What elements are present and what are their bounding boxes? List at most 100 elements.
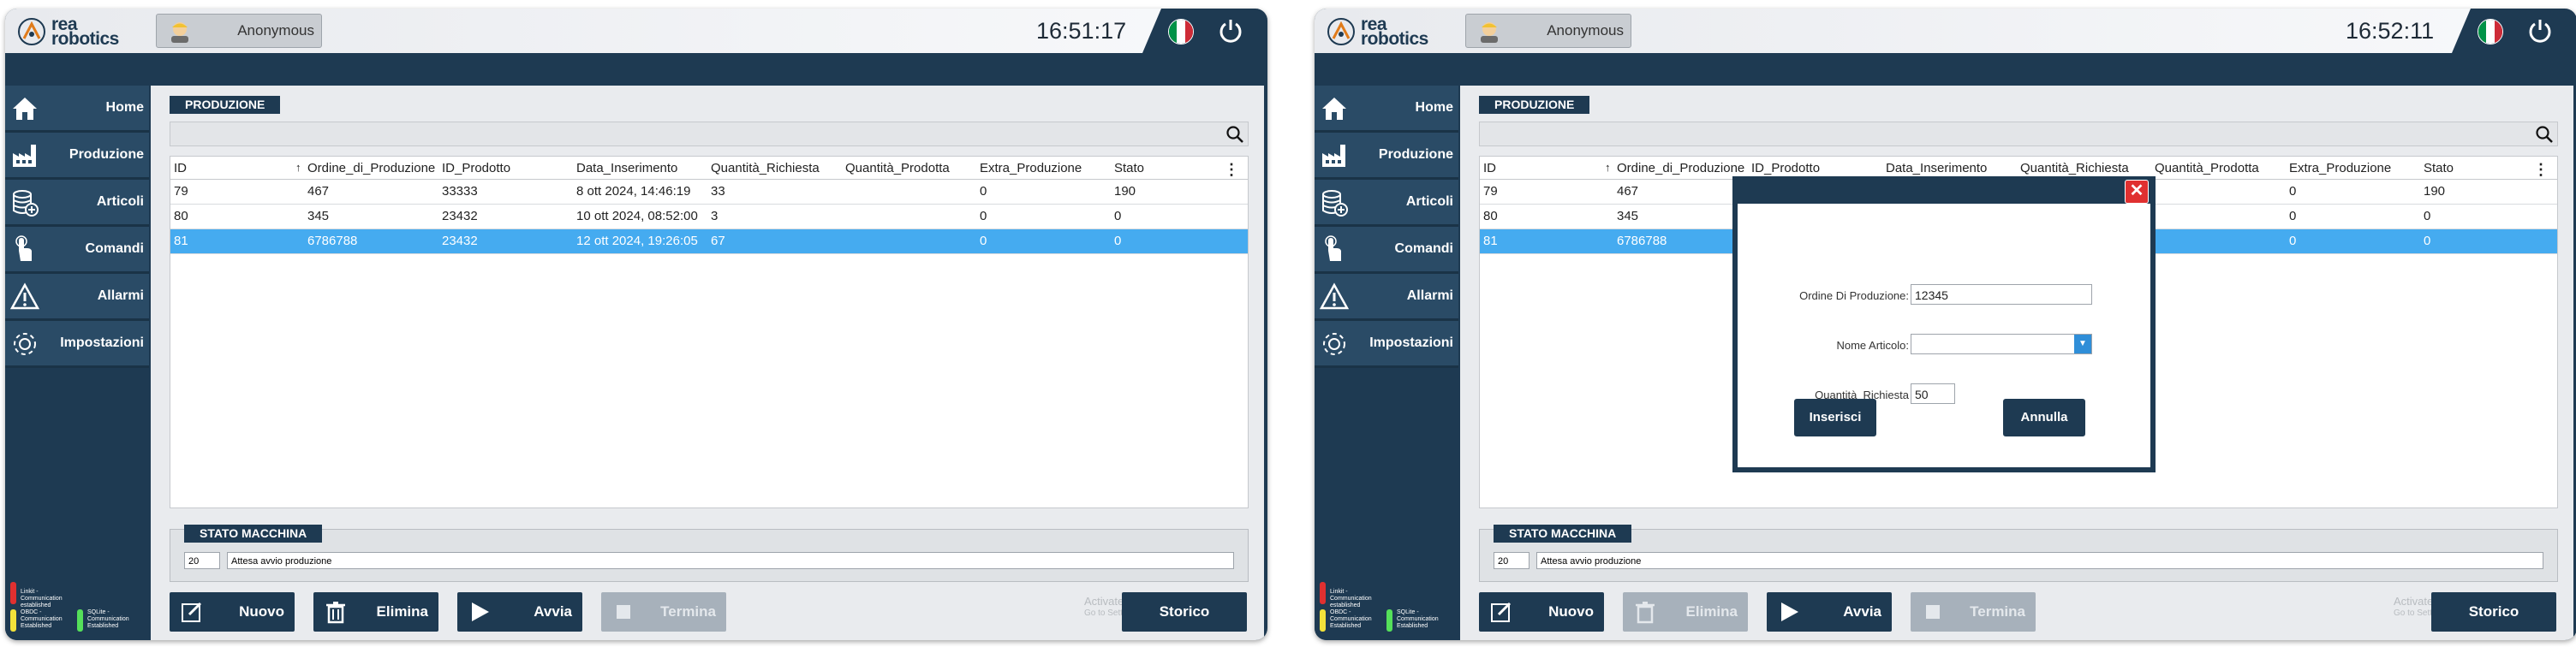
status-led-red xyxy=(1320,582,1326,604)
column-header-richiesta[interactable]: Quantità_Richiesta xyxy=(2020,161,2129,175)
search-input[interactable] xyxy=(1479,122,2558,146)
status-led-green xyxy=(77,609,83,632)
user-name: Anonymous xyxy=(1547,22,1624,39)
column-header-ordine[interactable]: Ordine_di_Produzione xyxy=(1617,161,1744,175)
home-icon xyxy=(13,98,37,120)
column-header-id[interactable]: ID xyxy=(1483,161,1496,175)
trash-icon xyxy=(326,602,345,624)
nav-impostazioni[interactable]: Impostazioni xyxy=(1315,321,1458,368)
pointer-hand-icon xyxy=(1325,235,1341,261)
column-header-extra[interactable]: Extra_Produzione xyxy=(980,161,1082,175)
stato-text-field: Attesa avvio produzione xyxy=(1536,552,2543,569)
factory-icon xyxy=(13,145,36,167)
column-header-prodotto[interactable]: ID_Prodotto xyxy=(1751,161,1820,175)
nav-allarmi[interactable]: Allarmi xyxy=(1315,274,1458,321)
column-menu-icon[interactable]: ⋮ xyxy=(2533,161,2549,179)
ordine-input[interactable]: 12345 xyxy=(1911,284,2092,305)
column-header-data[interactable]: Data_Inserimento xyxy=(576,161,677,175)
stato-code-field: 20 xyxy=(1494,552,1530,569)
column-menu-icon[interactable]: ⋮ xyxy=(1224,161,1239,179)
italian-flag-icon[interactable] xyxy=(1168,19,1194,45)
gear-icon xyxy=(1323,333,1345,355)
status-led-red xyxy=(10,582,16,604)
trash-icon xyxy=(1636,602,1655,624)
column-header-prodotta[interactable]: Quantità_Prodotta xyxy=(2155,161,2259,175)
new-order-dialog: ✕ Ordine Di Produzione: 12345 Nome Artic… xyxy=(1732,176,2156,472)
table-row[interactable]: 80 345 23432 10 ott 2024, 08:52:00 3 0 0 xyxy=(170,205,1248,229)
table-header: ID ↑ Ordine_di_Produzione ID_Prodotto Da… xyxy=(170,157,1248,180)
nav-articoli[interactable]: Articoli xyxy=(1315,180,1458,227)
avvia-button[interactable]: Avvia xyxy=(457,592,582,632)
nav-produzione[interactable]: Produzione xyxy=(1315,133,1458,180)
sidebar: Home Produzione Articoli Comandi Allarmi… xyxy=(5,86,149,640)
clock: 16:52:11 xyxy=(2346,18,2435,44)
search-icon[interactable] xyxy=(2535,125,2554,144)
column-header-data[interactable]: Data_Inserimento xyxy=(1886,161,1987,175)
table-row-selected[interactable]: 81 6786788 23432 12 ott 2024, 19:26:05 67 0 0 xyxy=(170,229,1248,254)
nav-produzione[interactable]: Produzione xyxy=(5,133,149,180)
nav-impostazioni[interactable]: Impostazioni xyxy=(5,321,149,368)
italian-flag-icon[interactable] xyxy=(2478,19,2503,45)
search-icon[interactable] xyxy=(1225,125,1244,144)
stop-icon xyxy=(1926,605,1940,619)
power-icon[interactable] xyxy=(1216,16,1245,45)
edit-icon xyxy=(1491,602,1512,622)
sort-arrow-icon[interactable]: ↑ xyxy=(295,161,301,174)
annulla-button[interactable]: Annulla xyxy=(2003,399,2085,436)
storico-produzione-button[interactable]: Storico Produzione xyxy=(2431,592,2556,632)
user-name: Anonymous xyxy=(237,22,314,39)
sort-arrow-icon[interactable]: ↑ xyxy=(1605,161,1611,174)
nuovo-button[interactable]: Nuovo xyxy=(170,592,295,632)
stato-macchina-title: STATO MACCHINA xyxy=(184,525,323,543)
main-panel: PRODUZIONE ID ↑ Ordine_di_Produzione ID_… xyxy=(151,86,1264,640)
chevron-down-icon[interactable]: ▼ xyxy=(2074,335,2091,353)
database-add-icon xyxy=(13,190,39,217)
elimina-button[interactable]: Elimina xyxy=(1623,592,1748,632)
column-header-prodotto[interactable]: ID_Prodotto xyxy=(442,161,510,175)
stato-macchina-title: STATO MACCHINA xyxy=(1494,525,1632,543)
nav-articoli[interactable]: Articoli xyxy=(5,180,149,227)
column-header-id[interactable]: ID xyxy=(174,161,187,175)
elimina-button[interactable]: Elimina xyxy=(313,592,438,632)
column-header-stato[interactable]: Stato xyxy=(1114,161,1144,175)
column-header-extra[interactable]: Extra_Produzione xyxy=(2289,161,2391,175)
nav-allarmi[interactable]: Allarmi xyxy=(5,274,149,321)
dialog-body: Ordine Di Produzione: 12345 Nome Articol… xyxy=(1738,204,2150,467)
rea-robotics-logo: rea robotics xyxy=(1327,15,1428,48)
column-header-stato[interactable]: Stato xyxy=(2424,161,2454,175)
column-header-ordine[interactable]: Ordine_di_Produzione xyxy=(307,161,435,175)
stato-code-field: 20 xyxy=(184,552,220,569)
termina-button[interactable]: Termina xyxy=(1911,592,2036,632)
avvia-button[interactable]: Avvia xyxy=(1767,592,1892,632)
power-icon[interactable] xyxy=(2525,16,2555,45)
inserisci-button[interactable]: Inserisci xyxy=(1794,399,1876,436)
production-table: ID ↑ Ordine_di_Produzione ID_Prodotto Da… xyxy=(170,156,1249,508)
close-icon[interactable]: ✕ xyxy=(2125,180,2149,204)
section-title: PRODUZIONE xyxy=(1479,96,1590,114)
termina-button[interactable]: Termina xyxy=(601,592,726,632)
articolo-select[interactable]: ▼ xyxy=(1911,334,2092,354)
status-led-green xyxy=(1386,609,1392,632)
column-header-prodotta[interactable]: Quantità_Prodotta xyxy=(845,161,950,175)
stato-macchina-panel: STATO MACCHINA 20 Attesa avvio produzion… xyxy=(1479,525,2558,582)
nav-home[interactable]: Home xyxy=(5,86,149,133)
gear-icon xyxy=(14,333,36,355)
stato-text-field: Attesa avvio produzione xyxy=(227,552,1234,569)
articolo-label: Nome Articolo: xyxy=(1836,339,1909,352)
nav-comandi[interactable]: Comandi xyxy=(5,227,149,274)
nav-comandi[interactable]: Comandi xyxy=(1315,227,1458,274)
user-selector[interactable]: Anonymous xyxy=(156,14,322,48)
table-row[interactable]: 79 467 33333 8 ott 2024, 14:46:19 33 0 190 xyxy=(170,180,1248,205)
warning-icon xyxy=(10,282,39,310)
user-avatar-icon xyxy=(1481,22,1498,43)
storico-produzione-button[interactable]: Storico Produzione xyxy=(1122,592,1247,632)
app-window-left: rea robotics Anonymous 16:51:17 Home Prod… xyxy=(5,9,1267,640)
nuovo-button[interactable]: Nuovo xyxy=(1479,592,1604,632)
user-selector[interactable]: Anonymous xyxy=(1465,14,1631,48)
nav-home[interactable]: Home xyxy=(1315,86,1458,133)
stato-macchina-panel: STATO MACCHINA 20 Attesa avvio produzion… xyxy=(170,525,1249,582)
quantita-input[interactable]: 50 xyxy=(1911,383,1955,404)
search-input[interactable] xyxy=(170,122,1249,146)
column-header-richiesta[interactable]: Quantità_Richiesta xyxy=(711,161,820,175)
play-icon xyxy=(1781,602,1798,621)
